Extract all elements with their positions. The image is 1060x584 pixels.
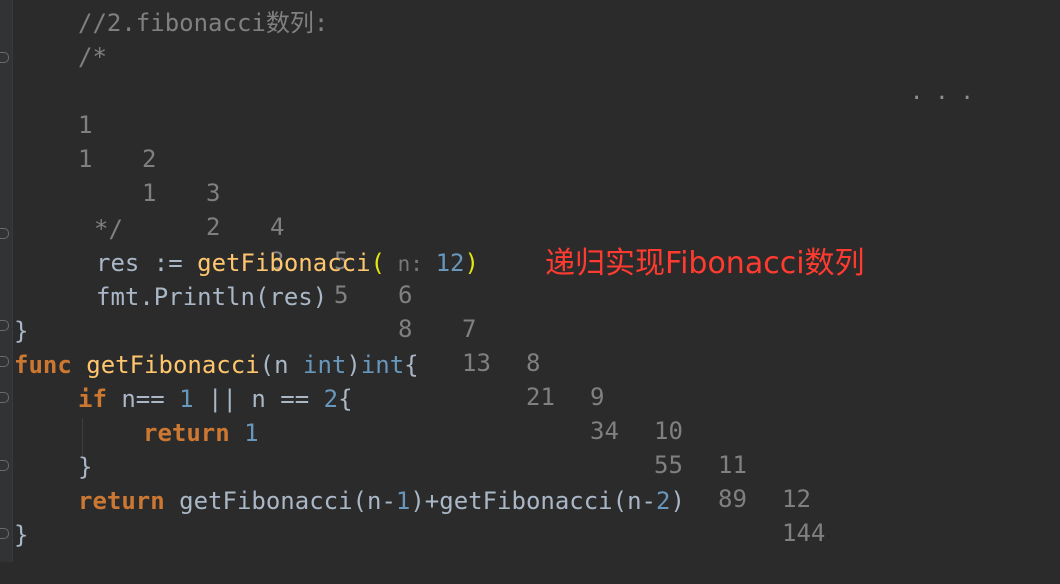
code-token: (n	[259, 351, 303, 379]
number-literal: 2	[655, 487, 671, 515]
number-literal: 2	[323, 385, 339, 413]
parameter-hint: n:	[385, 252, 436, 276]
code-return-recursive[interactable]: return getFibonacci(n-1)+getFibonacci(n-…	[78, 484, 685, 518]
fold-marker-icon[interactable]	[0, 52, 9, 63]
index-cell: 4	[270, 213, 285, 241]
value-cell: 13	[462, 349, 491, 377]
index-cell: 12	[782, 485, 811, 513]
value-cell: 55	[654, 451, 683, 479]
index-cell: 7	[462, 315, 477, 343]
paren-open: (	[370, 249, 385, 277]
value-cell: 34	[590, 417, 619, 445]
keyword-return: return	[143, 419, 230, 447]
type-int: int	[360, 351, 405, 379]
value-cell: 8	[398, 315, 413, 343]
value-cell: 1	[142, 179, 157, 207]
value-cell: 144	[782, 519, 826, 547]
index-cell: 9	[590, 383, 605, 411]
paren-close: )	[464, 249, 479, 277]
code-if-line[interactable]: if n== 1 || n == 2{	[78, 382, 353, 416]
fold-marker-icon[interactable]	[0, 392, 9, 403]
code-token: )	[346, 351, 361, 379]
keyword-func: func	[14, 351, 72, 379]
fibonacci-value-row: 1 1 2 3 5 8 13 21 34 55 89 144	[78, 108, 878, 547]
number-literal: 1	[179, 385, 194, 413]
code-line-res[interactable]: res := getFibonacci( n: 12)	[96, 246, 479, 280]
fold-marker-icon[interactable]	[0, 228, 9, 239]
code-token: getFibonacci(n-	[164, 487, 396, 515]
code-if-close: }	[78, 453, 93, 481]
code-token: {	[338, 385, 353, 413]
editor-gutter	[0, 0, 13, 562]
index-cell: 6	[398, 281, 413, 309]
number-literal: 1	[244, 419, 259, 447]
code-token: )	[670, 487, 685, 515]
function-call[interactable]: getFibonacci	[197, 249, 370, 277]
fold-marker-icon[interactable]	[0, 320, 9, 331]
value-cell: 2	[206, 213, 221, 241]
code-token: res :=	[96, 249, 198, 277]
code-func-decl[interactable]: func getFibonacci(n int)int{	[14, 348, 419, 382]
code-comment-open: /*	[78, 43, 107, 71]
code-token: || n ==	[193, 385, 324, 413]
index-cell: 3	[206, 179, 221, 207]
ellipsis: ...	[910, 80, 986, 105]
fold-marker-icon[interactable]	[0, 528, 9, 539]
code-comment-close: */	[94, 215, 123, 243]
index-cell: 10	[654, 417, 683, 445]
annotation-label: 递归实现Fibonacci数列	[545, 246, 865, 281]
fibonacci-index-row: 1 2 3 4 5 6 7 8 9 10 11 12	[78, 74, 878, 513]
code-token: {	[404, 351, 419, 379]
fold-marker-icon[interactable]	[0, 460, 9, 471]
keyword-if: if	[78, 385, 107, 413]
code-close-brace: }	[14, 317, 29, 345]
keyword-return: return	[78, 487, 165, 515]
index-cell: 11	[718, 451, 747, 479]
type-int: int	[303, 351, 347, 379]
code-return-base[interactable]: return 1	[143, 416, 259, 450]
fold-marker-icon[interactable]	[0, 356, 9, 367]
code-editor[interactable]: //2.fibonacci数列: /* 1 2 3 4 5 6 7 8 9 10…	[0, 0, 1060, 562]
code-func-close: }	[14, 521, 29, 549]
argument-number: 12	[435, 249, 465, 277]
value-cell: 89	[718, 485, 747, 513]
index-cell: 8	[526, 349, 541, 377]
value-cell: 21	[526, 383, 555, 411]
code-line-print[interactable]: fmt.Println(res)	[96, 280, 327, 314]
index-cell: 2	[142, 145, 157, 173]
code-comment-title: //2.fibonacci数列:	[78, 9, 329, 37]
code-token: )+getFibonacci(n-	[410, 487, 656, 515]
value-cell: 5	[334, 281, 349, 309]
value-cell: 1	[78, 145, 93, 173]
function-name[interactable]: getFibonacci	[86, 351, 259, 379]
number-literal: 1	[395, 487, 411, 515]
code-token: n==	[106, 385, 180, 413]
